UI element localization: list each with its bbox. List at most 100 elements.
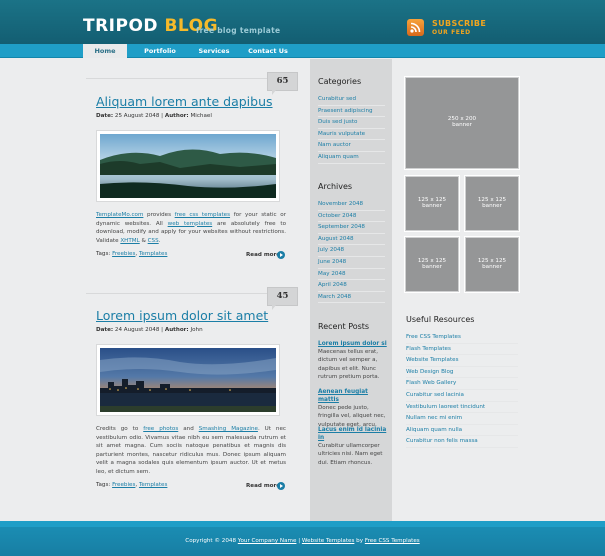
banner-125x125[interactable]: 125 x 125 banner <box>464 175 520 232</box>
category-link[interactable]: Duis sed justo <box>318 119 357 125</box>
post-title[interactable]: Lorem ipsum dolor sit amet <box>96 308 268 323</box>
list-item: Mauris vulputate <box>318 129 385 141</box>
list-item: Duis sed justo <box>318 117 385 129</box>
banner-label: banner <box>482 203 502 209</box>
archive-link[interactable]: November 2048 <box>318 201 363 207</box>
website-templates-link[interactable]: Website Templates <box>302 538 355 544</box>
comment-count-badge[interactable]: 65 <box>267 72 298 95</box>
recent-post-title[interactable]: Aenean feugiat mattis <box>318 388 388 404</box>
text-fragment: Copyright © 2048 <box>185 538 238 544</box>
category-link[interactable]: Praesent adipiscing <box>318 108 373 114</box>
arrow-right-icon[interactable] <box>277 251 285 259</box>
css-link[interactable]: CSS <box>148 238 159 244</box>
archive-link[interactable]: June 2048 <box>318 259 346 265</box>
tags-label: Tags: <box>96 251 111 257</box>
resource-link[interactable]: Web Design Blog <box>406 369 453 375</box>
list-item: November 2048 <box>318 199 385 211</box>
comment-count-badge[interactable]: 45 <box>267 287 298 310</box>
text-fragment: Credits go to <box>96 426 144 432</box>
archive-link[interactable]: September 2048 <box>318 224 365 230</box>
archive-link[interactable]: May 2048 <box>318 271 346 277</box>
resource-link[interactable]: Flash Web Gallery <box>406 380 456 386</box>
categories-heading: Categories <box>318 77 362 86</box>
archive-link[interactable]: July 2048 <box>318 247 344 253</box>
resource-link[interactable]: Flash Templates <box>406 346 451 352</box>
list-item: Nullam nec mi enim <box>406 413 518 425</box>
text-fragment: by <box>354 538 365 544</box>
banner-125x125[interactable]: 125 x 125 banner <box>404 236 460 293</box>
list-item: Website Templates <box>406 355 518 367</box>
list-item: March 2048 <box>318 292 385 304</box>
resource-link[interactable]: Aliquam quam nulla <box>406 427 462 433</box>
subscribe-subtitle[interactable]: OUR FEED <box>432 29 471 36</box>
recent-post-title[interactable]: Lacus enim id lacinia in <box>318 426 388 442</box>
archive-link[interactable]: April 2048 <box>318 282 347 288</box>
text-fragment: provides <box>143 212 175 218</box>
subscribe-link[interactable]: SUBSCRIBE <box>432 19 486 28</box>
banner-250x200[interactable]: 250 x 200 banner <box>404 76 520 170</box>
company-link[interactable]: Your Company Name <box>238 538 297 544</box>
post-image <box>96 344 280 416</box>
xhtml-link[interactable]: XHTML <box>120 238 139 244</box>
category-link[interactable]: Nam auctor <box>318 142 351 148</box>
tag-templates[interactable]: Templates <box>139 482 167 488</box>
text-fragment: & <box>139 237 148 244</box>
post-author: Michael <box>190 113 212 119</box>
list-item: Web Design Blog <box>406 367 518 379</box>
archive-link[interactable]: March 2048 <box>318 294 351 300</box>
logo-text-tripod: TRIPOD <box>83 16 159 36</box>
tag-templates[interactable]: Templates <box>139 251 167 257</box>
nav-portfolio[interactable]: Portfolio <box>138 44 182 58</box>
list-item: June 2048 <box>318 257 385 269</box>
list-item: Flash Templates <box>406 344 518 356</box>
smashing-magazine-link[interactable]: Smashing Magazine <box>199 426 258 432</box>
category-link[interactable]: Curabitur sed <box>318 96 356 102</box>
list-item: August 2048 <box>318 234 385 246</box>
resource-link[interactable]: Website Templates <box>406 357 459 363</box>
text-fragment: and <box>178 426 199 432</box>
templatemo-link[interactable]: TemplateMo.com <box>96 212 143 218</box>
banner-text: 125 x 125 banner <box>466 258 518 270</box>
resource-link[interactable]: Nullam nec mi enim <box>406 415 462 421</box>
recent-post-item: Lacus enim id lacinia in Curabitur ullam… <box>318 426 388 467</box>
footer-copyright: Copyright © 2048 Your Company Name | Web… <box>0 538 605 544</box>
category-link[interactable]: Aliquam quam <box>318 154 359 160</box>
read-more-link[interactable]: Read more <box>246 483 280 489</box>
banner-text: 250 x 200 banner <box>406 116 518 128</box>
site-tagline: free blog template <box>196 26 281 35</box>
recent-post-item: Lorem ipsum dolor si Maecenas tellus era… <box>318 340 388 381</box>
archive-link[interactable]: October 2048 <box>318 213 356 219</box>
banner-125x125[interactable]: 125 x 125 banner <box>464 236 520 293</box>
resource-link[interactable]: Curabitur sed lacinia <box>406 392 464 398</box>
nav-contact-us[interactable]: Contact Us <box>246 44 290 58</box>
free-photos-link[interactable]: free photos <box>143 426 178 432</box>
author-label: Author: <box>164 113 189 119</box>
nav-services[interactable]: Services <box>192 44 236 58</box>
web-templates-link[interactable]: web templates <box>168 221 213 227</box>
tag-freebies[interactable]: Freebies <box>112 251 135 257</box>
banner-125x125[interactable]: 125 x 125 banner <box>404 175 460 232</box>
post-title[interactable]: Aliquam lorem ante dapibus <box>96 94 273 109</box>
category-link[interactable]: Mauris vulputate <box>318 131 365 137</box>
list-item: Aliquam quam nulla <box>406 425 518 437</box>
resource-link[interactable]: Free CSS Templates <box>406 334 461 340</box>
archive-link[interactable]: August 2048 <box>318 236 354 242</box>
nav-home[interactable]: Home <box>83 44 127 58</box>
archives-list: November 2048 October 2048 September 204… <box>318 199 385 304</box>
useful-resources-heading: Useful Resources <box>406 315 475 324</box>
list-item: Praesent adipiscing <box>318 106 385 118</box>
resource-link[interactable]: Vestibulum laoreet tincidunt <box>406 404 485 410</box>
resource-link[interactable]: Curabitur non felis massa <box>406 438 478 444</box>
recent-post-body: Curabitur ullamcorper ultricies nisi. Na… <box>318 443 383 466</box>
recent-post-title[interactable]: Lorem ipsum dolor si <box>318 340 388 348</box>
read-more-link[interactable]: Read more <box>246 252 280 258</box>
post-excerpt: TemplateMo.com provides free css templat… <box>96 211 286 245</box>
post-date: 24 August 2048 <box>114 327 160 333</box>
tag-freebies[interactable]: Freebies <box>112 482 135 488</box>
free-css-templates-footer-link[interactable]: Free CSS Templates <box>365 538 420 544</box>
list-item: Nam auctor <box>318 140 385 152</box>
arrow-right-icon[interactable] <box>277 482 285 490</box>
banner-text: 125 x 125 banner <box>466 197 518 209</box>
free-css-templates-link[interactable]: free css templates <box>175 212 230 218</box>
rss-icon[interactable] <box>407 19 424 36</box>
